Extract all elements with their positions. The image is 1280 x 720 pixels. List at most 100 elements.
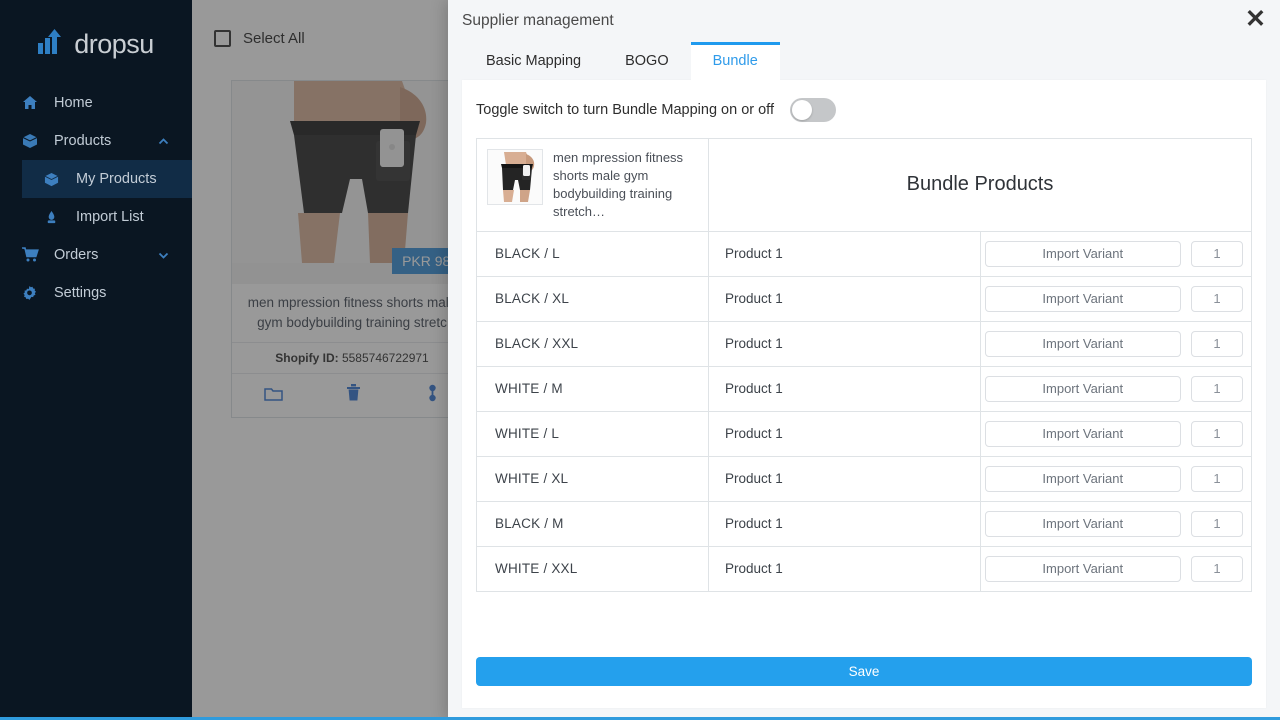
home-icon xyxy=(22,95,44,111)
import-variant-button[interactable]: Import Variant xyxy=(984,330,1181,357)
row-fields: Import Variant 1 xyxy=(979,230,1252,277)
save-button[interactable]: Save xyxy=(476,657,1252,686)
bundle-product-label: Product 1 xyxy=(708,320,981,367)
sidebar-item-settings[interactable]: Settings xyxy=(0,274,192,312)
bundle-table: men mpression fitness shorts male gym bo… xyxy=(476,138,1252,592)
sidebar-item-label: Settings xyxy=(54,285,107,301)
bundle-toggle-row: Toggle switch to turn Bundle Mapping on … xyxy=(462,80,1266,138)
close-icon[interactable]: ✕ xyxy=(1245,7,1266,32)
bundle-table-header-row: men mpression fitness shorts male gym bo… xyxy=(476,138,1252,232)
sidebar-item-label: Products xyxy=(54,133,112,149)
modal-tabs: Basic Mapping BOGO Bundle xyxy=(448,38,1280,80)
quantity-input[interactable]: 1 xyxy=(1191,240,1243,267)
row-fields: Import Variant 1 xyxy=(979,455,1252,502)
trash-icon[interactable] xyxy=(346,384,361,407)
tab-bogo[interactable]: BOGO xyxy=(603,42,691,80)
product-thumbnail xyxy=(487,149,543,205)
row-fields: Import Variant 1 xyxy=(979,275,1252,322)
import-variant-button[interactable]: Import Variant xyxy=(984,555,1181,582)
box-icon xyxy=(44,172,66,187)
variant-name: WHITE / M xyxy=(476,365,709,412)
link-icon[interactable] xyxy=(425,384,440,407)
sidebar-item-label: Orders xyxy=(54,247,99,263)
import-variant-button[interactable]: Import Variant xyxy=(984,510,1181,537)
import-icon xyxy=(44,210,66,225)
variant-name: BLACK / XL xyxy=(476,275,709,322)
brand-logo[interactable]: dropsu xyxy=(0,14,192,74)
bundle-product-label: Product 1 xyxy=(708,455,981,502)
sidebar-item-label: Home xyxy=(54,95,93,111)
sidebar-item-my-products[interactable]: My Products xyxy=(22,160,192,198)
table-row: BLACK / XL Product 1 Import Variant 1 xyxy=(476,275,1252,322)
header-product-name: men mpression fitness shorts male gym bo… xyxy=(553,150,684,219)
sidebar: dropsu Home Products My Products Import … xyxy=(0,0,192,720)
table-row: WHITE / L Product 1 Import Variant 1 xyxy=(476,410,1252,457)
bundle-product-label: Product 1 xyxy=(708,545,981,592)
dropsu-logo-icon xyxy=(38,28,72,60)
variant-name: WHITE / XL xyxy=(476,455,709,502)
bundle-toggle-label: Toggle switch to turn Bundle Mapping on … xyxy=(476,102,774,118)
bundle-product-label: Product 1 xyxy=(708,230,981,277)
product-shopify-id: Shopify ID: 5585746722971 xyxy=(232,343,472,375)
bundle-panel: Toggle switch to turn Bundle Mapping on … xyxy=(462,80,1266,708)
cart-icon xyxy=(22,247,44,263)
sidebar-item-home[interactable]: Home xyxy=(0,84,192,122)
row-fields: Import Variant 1 xyxy=(979,320,1252,367)
table-row: WHITE / XXL Product 1 Import Variant 1 xyxy=(476,545,1252,592)
supplier-management-modal: Supplier management ✕ Basic Mapping BOGO… xyxy=(448,0,1280,720)
variant-name: WHITE / L xyxy=(476,410,709,457)
sidebar-item-products[interactable]: Products xyxy=(0,122,192,160)
folder-icon[interactable] xyxy=(264,385,283,407)
select-all-label: Select All xyxy=(243,30,305,47)
quantity-input[interactable]: 1 xyxy=(1191,375,1243,402)
table-row: BLACK / XXL Product 1 Import Variant 1 xyxy=(476,320,1252,367)
bundle-product-label: Product 1 xyxy=(708,275,981,322)
import-variant-button[interactable]: Import Variant xyxy=(984,285,1181,312)
import-variant-button[interactable]: Import Variant xyxy=(984,465,1181,492)
box-icon xyxy=(22,133,44,149)
save-row: Save xyxy=(462,657,1266,686)
tab-basic-mapping[interactable]: Basic Mapping xyxy=(464,42,603,80)
variant-name: WHITE / XXL xyxy=(476,545,709,592)
quantity-input[interactable]: 1 xyxy=(1191,465,1243,492)
quantity-input[interactable]: 1 xyxy=(1191,285,1243,312)
select-all-checkbox[interactable] xyxy=(214,30,231,47)
shopify-id-value: 5585746722971 xyxy=(341,351,429,366)
product-card-actions xyxy=(232,374,472,417)
product-card[interactable]: PKR 98.0 men mpression fitness shorts ma… xyxy=(231,80,473,419)
row-fields: Import Variant 1 xyxy=(979,365,1252,412)
import-variant-button[interactable]: Import Variant xyxy=(984,375,1181,402)
bundle-table-body: men mpression fitness shorts male gym bo… xyxy=(476,138,1252,592)
chevron-down-icon[interactable] xyxy=(157,249,170,262)
app-root: dropsu Home Products My Products Import … xyxy=(0,0,1280,720)
tab-bundle[interactable]: Bundle xyxy=(690,42,780,80)
sidebar-item-orders[interactable]: Orders xyxy=(0,236,192,274)
sidebar-item-label: Import List xyxy=(76,209,144,225)
bundle-product-label: Product 1 xyxy=(708,410,981,457)
header-product-cell: men mpression fitness shorts male gym bo… xyxy=(476,138,709,232)
bundle-toggle-switch[interactable] xyxy=(789,98,836,122)
bundle-product-label: Product 1 xyxy=(708,500,981,547)
quantity-input[interactable]: 1 xyxy=(1191,510,1243,537)
brand-name: dropsu xyxy=(74,28,154,59)
variant-name: BLACK / M xyxy=(476,500,709,547)
chevron-up-icon[interactable] xyxy=(157,135,170,148)
gear-icon xyxy=(22,285,44,301)
bundle-products-header: Bundle Products xyxy=(708,138,1252,232)
quantity-input[interactable]: 1 xyxy=(1191,330,1243,357)
import-variant-button[interactable]: Import Variant xyxy=(984,240,1181,267)
row-fields: Import Variant 1 xyxy=(979,545,1252,592)
product-image: PKR 98.0 xyxy=(232,81,472,284)
variant-name: BLACK / XXL xyxy=(476,320,709,367)
sidebar-item-label: My Products xyxy=(76,171,157,187)
table-row: WHITE / XL Product 1 Import Variant 1 xyxy=(476,455,1252,502)
sidebar-item-import-list[interactable]: Import List xyxy=(22,198,192,236)
bundle-product-label: Product 1 xyxy=(708,365,981,412)
toggle-knob xyxy=(791,100,812,120)
shopify-id-label: Shopify ID: xyxy=(275,351,339,366)
variant-name: BLACK / L xyxy=(476,230,709,277)
quantity-input[interactable]: 1 xyxy=(1191,555,1243,582)
quantity-input[interactable]: 1 xyxy=(1191,420,1243,447)
table-row: WHITE / M Product 1 Import Variant 1 xyxy=(476,365,1252,412)
import-variant-button[interactable]: Import Variant xyxy=(984,420,1181,447)
